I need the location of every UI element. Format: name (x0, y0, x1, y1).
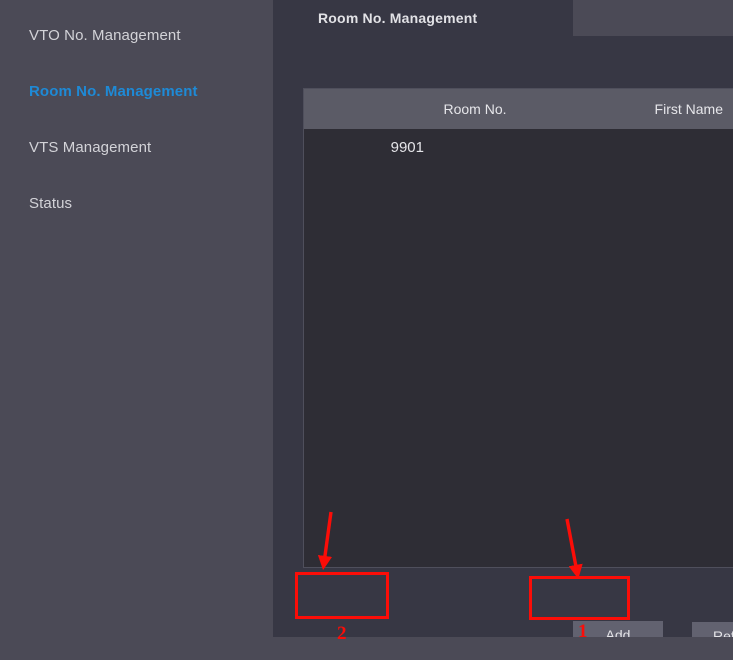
sidebar-item-label: Status (29, 195, 73, 212)
sidebar-item-room-no-management[interactable]: Room No. Management (29, 83, 198, 100)
sidebar-item-label: VTO No. Management (29, 27, 181, 44)
app-screenshot: VTO No. Management Room No. Management V… (0, 0, 733, 660)
table-row[interactable]: 9901 (304, 129, 733, 165)
room-list-table: Room No. First Name 9901 (303, 88, 733, 568)
sidebar-item-status[interactable]: Status (29, 195, 72, 212)
content-window: Room No. Management Room No. First Name … (272, 0, 733, 660)
table-header-row: Room No. First Name (304, 89, 733, 129)
sidebar: VTO No. Management Room No. Management V… (0, 0, 272, 660)
sidebar-item-vto-no-management[interactable]: VTO No. Management (29, 27, 181, 44)
table-body: 9901 (304, 129, 733, 567)
window-footer-bar (272, 637, 733, 660)
tab-strip: Room No. Management (272, 0, 733, 36)
sidebar-item-label: Room No. Management (29, 83, 198, 100)
tab-label: Room No. Management (318, 10, 478, 26)
panel-body: Room No. First Name 9901 Add Refresh Cle… (273, 36, 733, 648)
column-header-room-no[interactable]: Room No. (304, 101, 521, 117)
sidebar-item-label: VTS Management (29, 139, 152, 156)
column-header-first-name[interactable]: First Name (521, 101, 733, 117)
tab-room-no-management[interactable]: Room No. Management (273, 0, 573, 36)
sidebar-item-vts-management[interactable]: VTS Management (29, 139, 151, 156)
cell-room-no: 9901 (390, 138, 424, 156)
